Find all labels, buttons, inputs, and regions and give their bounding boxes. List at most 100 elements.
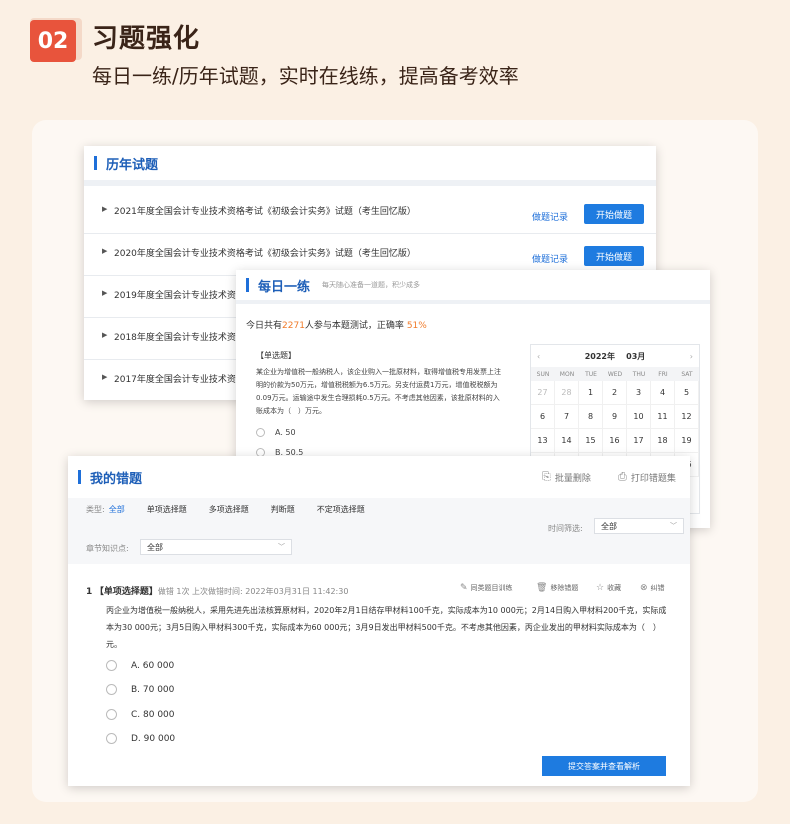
participant-count: 2271	[282, 321, 305, 331]
calendar-day[interactable]: 6	[531, 405, 555, 429]
favorite-button[interactable]: ☆ 收藏	[596, 583, 621, 593]
time-filter-value: 全部	[601, 521, 617, 531]
type-option-judge[interactable]: 判断题	[271, 504, 295, 515]
type-option-multiple[interactable]: 多项选择题	[209, 504, 249, 515]
remove-wrong-button[interactable]: 🗑 移除错题	[536, 583, 578, 593]
card-hint: 每天随心准备一道题，积少成多	[322, 281, 421, 289]
calendar-day[interactable]: 15	[579, 429, 603, 453]
question-type: 【单选题】	[256, 351, 296, 360]
option-a[interactable]: A. 60 000	[106, 660, 174, 671]
card-header: 每日一练 每天随心准备一道题，积少成多	[236, 270, 710, 304]
calendar-day[interactable]: 1	[579, 381, 603, 405]
option-d[interactable]: D. 90 000	[106, 733, 175, 744]
calendar-day[interactable]: 12	[675, 405, 699, 429]
calendar-day[interactable]: 9	[603, 405, 627, 429]
question-type: 【单项选择题】	[94, 587, 158, 597]
exam-name: 2020年度全国会计专业技术资格考试《初级会计实务》试题（考生回忆版）	[114, 249, 416, 259]
option-a[interactable]: A. 50	[256, 428, 296, 437]
calendar-day[interactable]: 16	[603, 429, 627, 453]
weekday-label: SAT	[681, 370, 693, 378]
start-button[interactable]: 开始做题	[584, 246, 644, 266]
similar-training-button[interactable]: ✎ 同类题目训练	[460, 583, 513, 593]
type-option-all[interactable]: 全部	[109, 504, 125, 515]
option-b[interactable]: B. 70 000	[106, 684, 174, 695]
card-title: 我的错题	[90, 471, 143, 487]
calendar-day[interactable]: 18	[651, 429, 675, 453]
time-filter-label: 时间筛选:	[548, 524, 583, 533]
trash-icon: 🗑	[536, 583, 548, 593]
chevron-down-icon: ﹀	[278, 543, 285, 551]
next-month-icon[interactable]: ›	[690, 352, 693, 361]
calendar-day[interactable]: 14	[555, 429, 579, 453]
caret-right-icon: ▶	[102, 331, 108, 339]
calendar-day[interactable]: 19	[675, 429, 699, 453]
accuracy-rate: 51%	[406, 321, 427, 331]
report-error-button[interactable]: ⊗ 纠错	[640, 583, 665, 593]
tool-label: 收藏	[607, 584, 622, 592]
option-label: D. 90 000	[131, 733, 176, 744]
tool-label: 同类题目训练	[470, 584, 513, 592]
weekday-label: THU	[632, 370, 646, 378]
tool-label: 纠错	[650, 584, 665, 592]
calendar-day[interactable]: 2	[603, 381, 627, 405]
batch-delete-icon: ⎘	[542, 470, 551, 483]
calendar-day[interactable]: 27	[531, 381, 555, 405]
caret-right-icon: ▶	[102, 205, 108, 213]
type-option-indefinite[interactable]: 不定项选择题	[317, 504, 365, 515]
radio-icon[interactable]	[106, 660, 117, 671]
submit-button[interactable]: 提交答案并查看解析	[542, 756, 666, 776]
print-button[interactable]: ⎙ 打印错题集	[618, 470, 676, 484]
exam-row[interactable]: ▶ 2021年度全国会计专业技术资格考试《初级会计实务》试题（考生回忆版） 做题…	[84, 192, 656, 234]
wrong-questions-card: 我的错题 ⎘ 批量删除 ⎙ 打印错题集 类型: 全部 单项选择题 多项选择题 判断题…	[68, 456, 690, 786]
calendar-day[interactable]: 5	[675, 381, 699, 405]
calendar-day[interactable]: 28	[555, 381, 579, 405]
caret-right-icon: ▶	[102, 247, 108, 255]
printer-icon: ⎙	[618, 470, 627, 483]
calendar-year: 2022年	[584, 351, 615, 361]
radio-icon[interactable]	[106, 709, 117, 720]
calendar-day[interactable]: 8	[579, 405, 603, 429]
calendar-day[interactable]: 3	[627, 381, 651, 405]
calendar-day[interactable]: 13	[531, 429, 555, 453]
edit-icon: ✎	[460, 583, 468, 593]
weekday-label: TUE	[585, 370, 597, 378]
star-icon: ☆	[596, 583, 605, 593]
stats-prefix: 今日共有	[246, 321, 283, 331]
chapter-filter-label: 章节知识点:	[86, 544, 129, 553]
record-link[interactable]: 做题记录	[532, 252, 568, 265]
calendar-month: 2022年 03月	[585, 351, 646, 362]
option-label: C. 80 000	[131, 709, 175, 720]
batch-delete-button[interactable]: ⎘ 批量删除	[542, 470, 591, 484]
question-meta-text: 做错 1次 上次做错时间: 2022年03月31日 11:42:30	[157, 587, 349, 596]
radio-icon[interactable]	[106, 684, 117, 695]
option-label: B. 70 000	[131, 684, 175, 695]
card-title: 每日一练	[258, 279, 311, 295]
calendar-day[interactable]: 17	[627, 429, 651, 453]
tool-label: 移除错题	[550, 584, 579, 592]
close-circle-icon: ⊗	[640, 583, 648, 593]
calendar-day[interactable]: 10	[627, 405, 651, 429]
card-header: 我的错题	[68, 456, 690, 498]
calendar-day[interactable]: 11	[651, 405, 675, 429]
calendar-day[interactable]: 7	[555, 405, 579, 429]
question-meta: 1 【单项选择题】做错 1次 上次做错时间: 2022年03月31日 11:42…	[86, 584, 348, 597]
chapter-filter-select[interactable]: 全部 ﹀	[140, 539, 292, 555]
time-filter-select[interactable]: 全部 ﹀	[594, 518, 684, 534]
start-button[interactable]: 开始做题	[584, 204, 644, 224]
card-header: 历年试题	[84, 146, 656, 186]
record-link[interactable]: 做题记录	[532, 210, 568, 223]
option-c[interactable]: C. 80 000	[106, 709, 175, 720]
weekday-label: FRI	[658, 370, 668, 378]
radio-icon[interactable]	[256, 428, 265, 437]
type-option-single[interactable]: 单项选择题	[147, 504, 187, 515]
calendar-day[interactable]: 4	[651, 381, 675, 405]
calendar-weekdays: SUN MON TUE WED THU FRI SAT	[531, 367, 699, 381]
type-filter: 类型: 全部 单项选择题 多项选择题 判断题 不定项选择题	[86, 504, 387, 515]
title-accent-bar	[78, 470, 81, 484]
exam-name: 2021年度全国会计专业技术资格考试《初级会计实务》试题（考生回忆版）	[114, 207, 416, 217]
radio-icon[interactable]	[106, 733, 117, 744]
prev-month-icon[interactable]: ‹	[537, 352, 540, 361]
section-subtitle: 每日一练/历年试题，实时在线练，提高备考效率	[92, 64, 519, 88]
chevron-down-icon: ﹀	[670, 522, 677, 530]
option-label: A. 50	[275, 428, 296, 437]
